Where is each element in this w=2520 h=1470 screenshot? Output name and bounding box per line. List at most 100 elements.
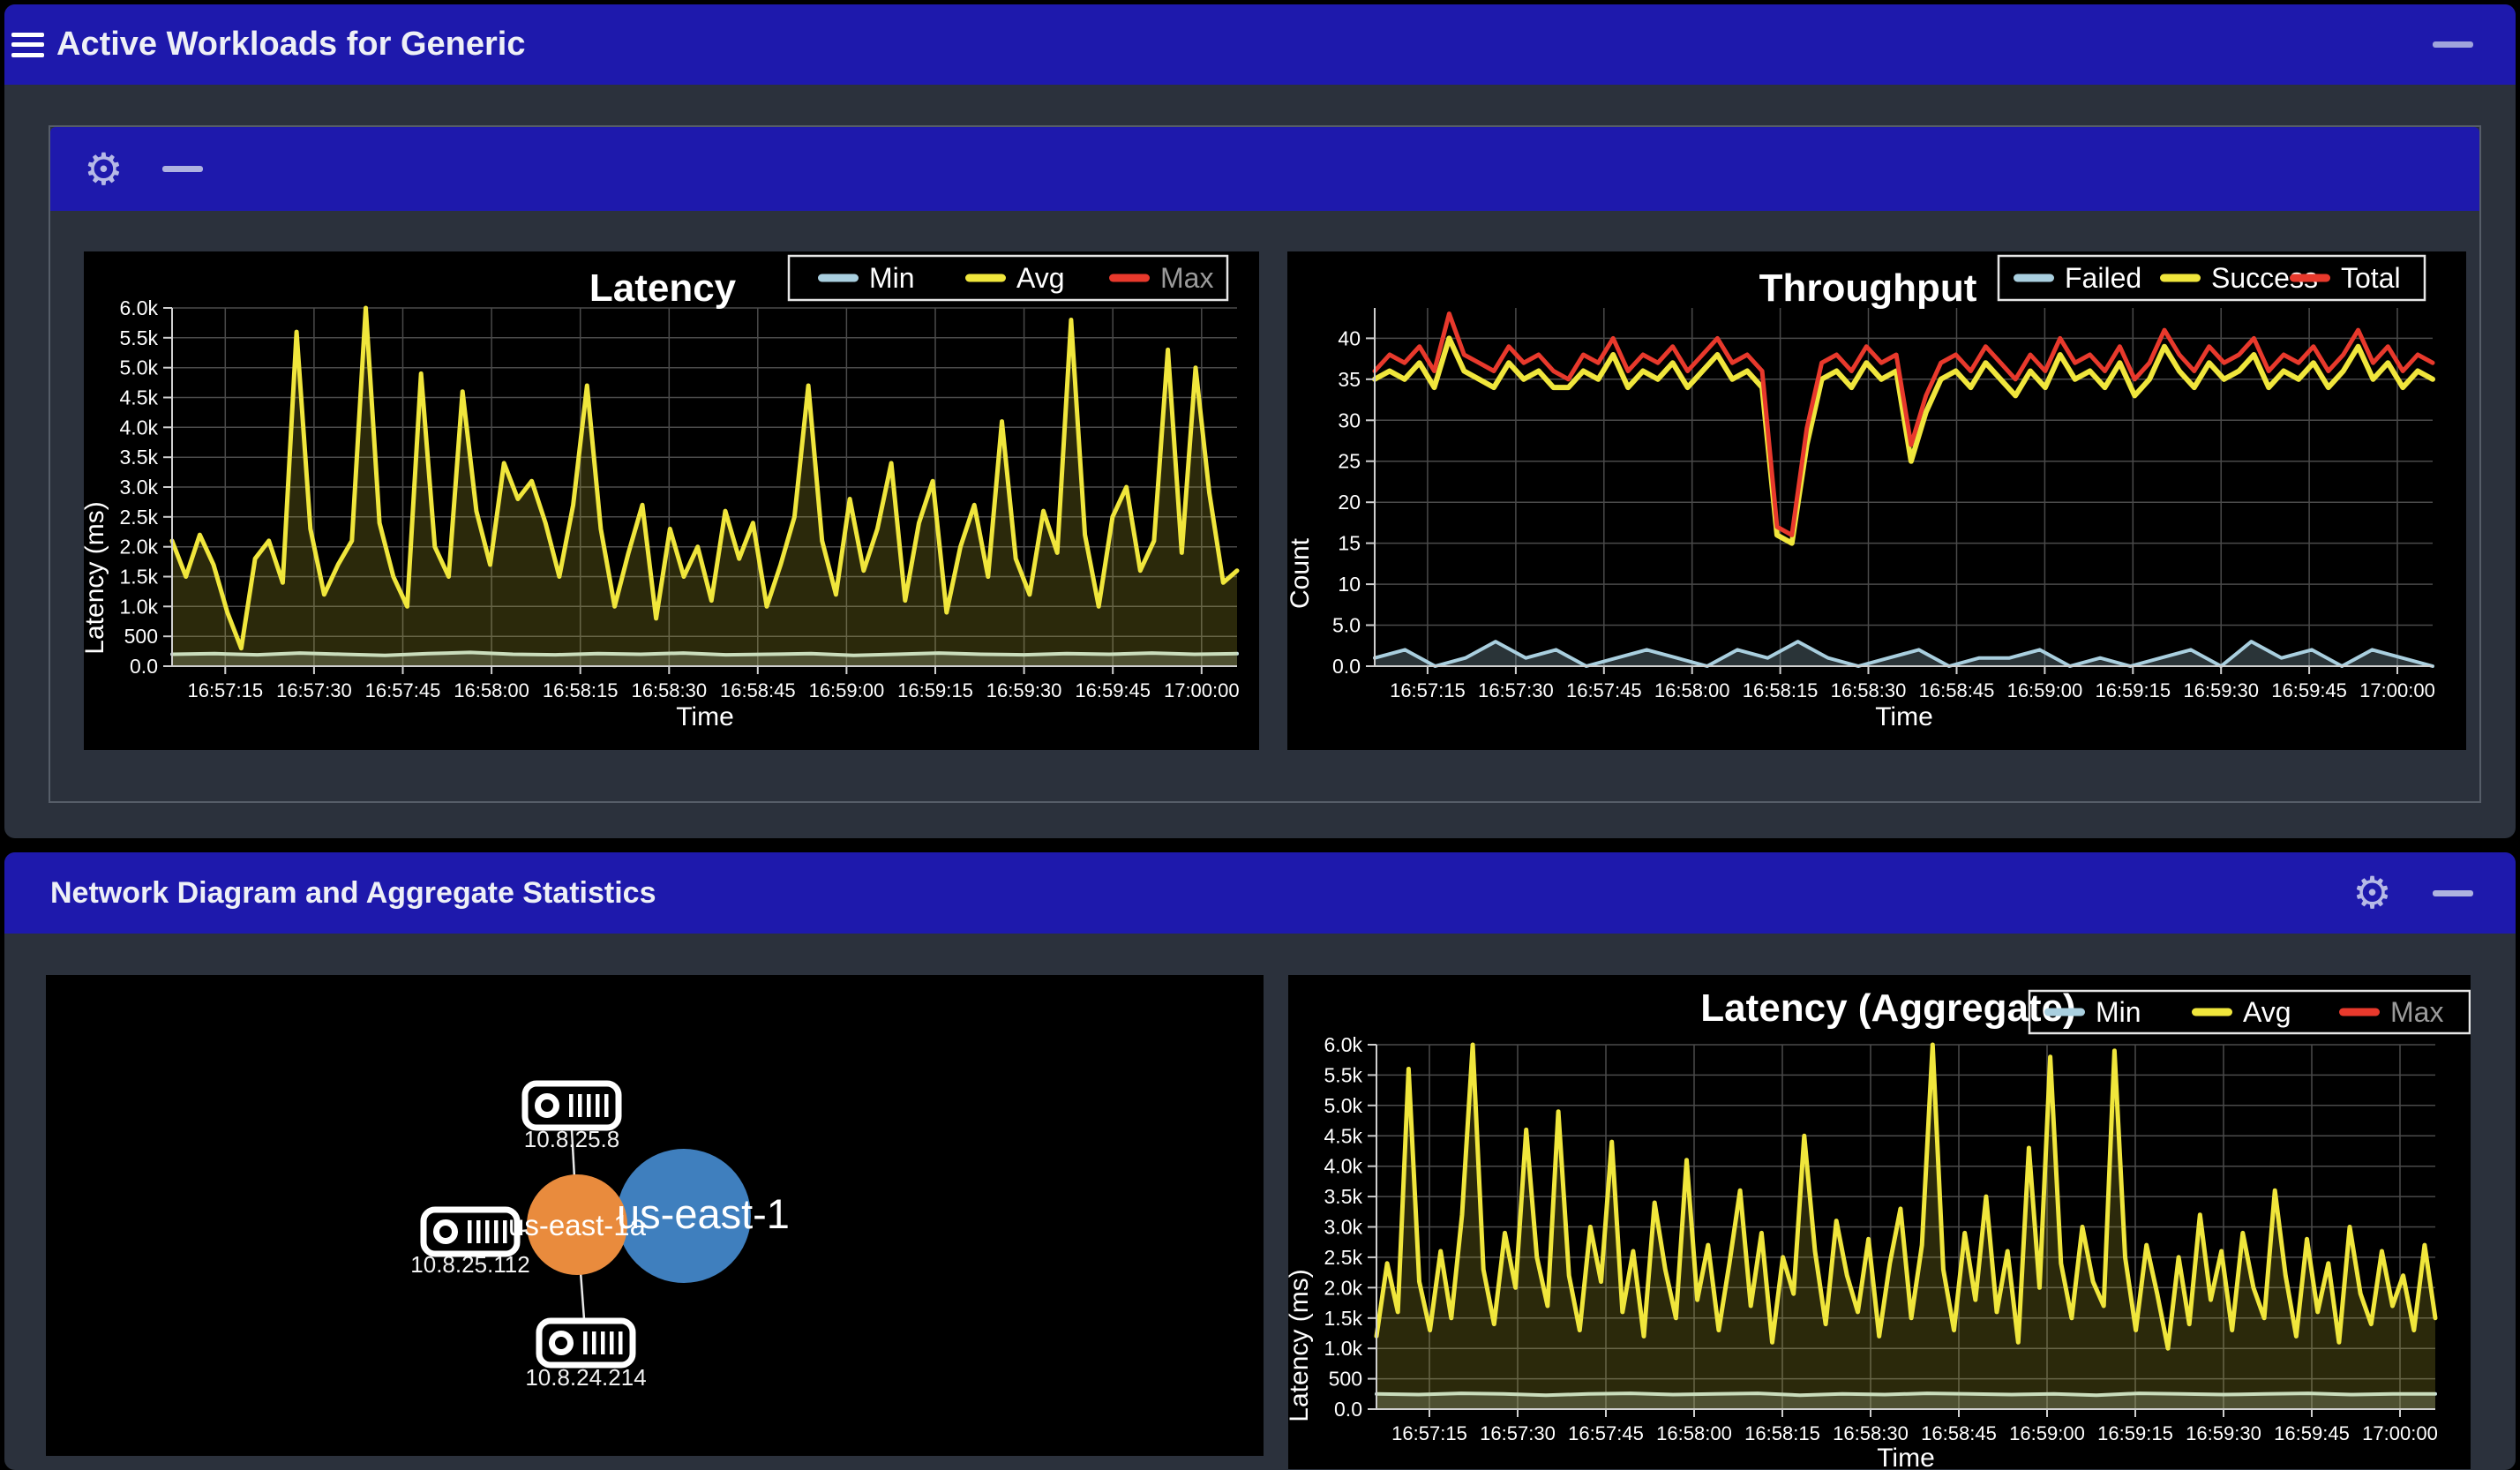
- svg-text:5.5k: 5.5k: [1324, 1063, 1363, 1086]
- svg-text:16:57:45: 16:57:45: [365, 679, 441, 701]
- svg-text:5.5k: 5.5k: [120, 326, 159, 349]
- svg-text:17:00:00: 17:00:00: [2362, 1422, 2438, 1444]
- svg-text:16:57:45: 16:57:45: [1566, 679, 1642, 701]
- svg-text:16:58:15: 16:58:15: [1743, 679, 1819, 701]
- svg-text:16:57:45: 16:57:45: [1568, 1422, 1644, 1444]
- svg-text:3.5k: 3.5k: [120, 446, 159, 469]
- network-section: Network Diagram and Aggregate Statistics…: [4, 852, 2516, 1470]
- svg-text:3.0k: 3.0k: [120, 476, 159, 499]
- hamburger-icon[interactable]: [11, 32, 44, 57]
- latency-chart[interactable]: 0.0 500 1.0k 1.5k 2.0k 2.5k 3.0k 3.5k 4.0k 4.5k 5.…: [84, 251, 1259, 750]
- dashboard-page: Active Workloads for Generic ⚙ 0.0 500 1.0…: [0, 0, 2520, 1470]
- gear-icon[interactable]: ⚙: [2352, 871, 2392, 915]
- svg-text:Latency (ms): Latency (ms): [1288, 1269, 1314, 1421]
- svg-text:16:57:15: 16:57:15: [187, 679, 263, 701]
- svg-text:5.0k: 5.0k: [1324, 1094, 1363, 1117]
- svg-text:4.0k: 4.0k: [120, 416, 159, 439]
- svg-text:Time: Time: [1875, 702, 1933, 731]
- svg-text:Max: Max: [1160, 262, 1213, 294]
- svg-text:0.0: 0.0: [130, 655, 158, 678]
- minimize-icon[interactable]: [161, 166, 203, 172]
- svg-text:3.0k: 3.0k: [1324, 1216, 1363, 1239]
- svg-text:0.0: 0.0: [1334, 1398, 1362, 1421]
- svg-text:5.0: 5.0: [1332, 614, 1361, 637]
- svg-text:16:58:30: 16:58:30: [631, 679, 707, 701]
- svg-text:16:58:15: 16:58:15: [543, 679, 619, 701]
- svg-text:16:59:00: 16:59:00: [2007, 679, 2083, 701]
- svg-text:16:59:00: 16:59:00: [2009, 1422, 2085, 1444]
- server-node-icon[interactable]: [424, 1210, 517, 1254]
- panel-header: ⚙: [50, 127, 2479, 211]
- node-ip-label: 10.8.25.112: [410, 1251, 529, 1278]
- svg-text:1.0k: 1.0k: [1324, 1337, 1363, 1360]
- svg-text:16:57:15: 16:57:15: [1391, 1422, 1467, 1444]
- svg-text:16:58:45: 16:58:45: [720, 679, 796, 701]
- svg-text:500: 500: [124, 625, 158, 648]
- page-title: Active Workloads for Generic: [56, 26, 526, 63]
- svg-text:5.0k: 5.0k: [120, 356, 159, 379]
- network-diagram[interactable]: 10.8.25.8 10.8.25.112 10.8.24.214 us-eas…: [46, 975, 1264, 1456]
- svg-text:17:00:00: 17:00:00: [2359, 679, 2435, 701]
- svg-text:16:57:30: 16:57:30: [276, 679, 352, 701]
- svg-text:Latency (ms): Latency (ms): [84, 501, 109, 654]
- svg-text:Avg: Avg: [1016, 262, 1065, 294]
- svg-text:Min: Min: [869, 262, 915, 294]
- node-ip-label: 10.8.25.8: [524, 1126, 619, 1152]
- svg-text:16:59:30: 16:59:30: [2183, 679, 2259, 701]
- svg-text:6.0k: 6.0k: [120, 296, 159, 319]
- svg-text:2.0k: 2.0k: [1324, 1276, 1363, 1299]
- svg-text:0.0: 0.0: [1332, 655, 1361, 678]
- svg-text:Min: Min: [2096, 996, 2141, 1028]
- svg-text:16:58:00: 16:58:00: [454, 679, 529, 701]
- svg-text:25: 25: [1338, 450, 1361, 473]
- svg-text:Failed: Failed: [2065, 262, 2141, 294]
- section-title: Network Diagram and Aggregate Statistics: [50, 875, 656, 910]
- server-node-icon[interactable]: [525, 1084, 619, 1128]
- svg-text:15: 15: [1338, 532, 1361, 555]
- svg-text:16:59:30: 16:59:30: [986, 679, 1062, 701]
- svg-text:1.0k: 1.0k: [120, 595, 159, 618]
- svg-text:2.5k: 2.5k: [1324, 1246, 1363, 1269]
- svg-text:2.0k: 2.0k: [120, 536, 159, 559]
- svg-text:Avg: Avg: [2243, 996, 2291, 1028]
- svg-text:3.5k: 3.5k: [1324, 1185, 1363, 1208]
- svg-text:16:59:45: 16:59:45: [2274, 1422, 2350, 1444]
- minimize-icon[interactable]: [2433, 889, 2473, 896]
- svg-text:16:58:45: 16:58:45: [1921, 1422, 1997, 1444]
- gear-icon[interactable]: ⚙: [84, 147, 124, 191]
- svg-text:16:58:30: 16:58:30: [1831, 679, 1907, 701]
- svg-text:1.5k: 1.5k: [1324, 1307, 1363, 1330]
- svg-text:16:58:00: 16:58:00: [1656, 1422, 1732, 1444]
- region-label: us-east-1: [617, 1190, 790, 1237]
- svg-text:4.5k: 4.5k: [1324, 1124, 1363, 1147]
- window-titlebar: Active Workloads for Generic: [4, 4, 2516, 85]
- svg-text:16:58:45: 16:58:45: [1919, 679, 1995, 701]
- svg-text:1.5k: 1.5k: [120, 566, 159, 589]
- svg-text:4.0k: 4.0k: [1324, 1155, 1363, 1178]
- svg-text:16:59:15: 16:59:15: [2097, 1422, 2173, 1444]
- svg-text:16:59:30: 16:59:30: [2186, 1422, 2261, 1444]
- svg-text:Throughput: Throughput: [1759, 266, 1977, 310]
- svg-text:16:58:15: 16:58:15: [1744, 1422, 1820, 1444]
- network-section-header: Network Diagram and Aggregate Statistics…: [4, 852, 2516, 934]
- throughput-chart[interactable]: 0.0 5.0 10 15 20 25 30 35 40 16:57:15 16:57:30 16:5…: [1287, 251, 2466, 750]
- svg-text:Time: Time: [1877, 1444, 1935, 1469]
- svg-text:16:59:45: 16:59:45: [1075, 679, 1151, 701]
- svg-text:Max: Max: [2390, 996, 2443, 1028]
- workloads-panel: ⚙ 0.0 500 1.0k 1.5k 2.0k 2.5k 3.0k 3.5k 4.0k 4.5k…: [49, 125, 2481, 803]
- svg-text:Total: Total: [2341, 262, 2401, 294]
- svg-text:16:57:15: 16:57:15: [1390, 679, 1466, 701]
- svg-text:Latency: Latency: [589, 266, 737, 310]
- svg-text:16:59:15: 16:59:15: [897, 679, 973, 701]
- svg-text:16:59:15: 16:59:15: [2095, 679, 2171, 701]
- svg-text:16:57:30: 16:57:30: [1478, 679, 1554, 701]
- svg-text:16:57:30: 16:57:30: [1480, 1422, 1556, 1444]
- svg-text:16:58:30: 16:58:30: [1833, 1422, 1909, 1444]
- minimize-icon[interactable]: [2433, 41, 2473, 48]
- server-node-icon[interactable]: [539, 1321, 633, 1365]
- svg-text:40: 40: [1338, 326, 1361, 349]
- svg-text:17:00:00: 17:00:00: [1164, 679, 1240, 701]
- svg-text:16:59:00: 16:59:00: [809, 679, 885, 701]
- aggregate-latency-chart[interactable]: 0.0 500 1.0k 1.5k 2.0k 2.5k 3.0k 3.5k 4.0k 4.5k 5.…: [1288, 975, 2471, 1469]
- svg-text:Time: Time: [676, 702, 734, 731]
